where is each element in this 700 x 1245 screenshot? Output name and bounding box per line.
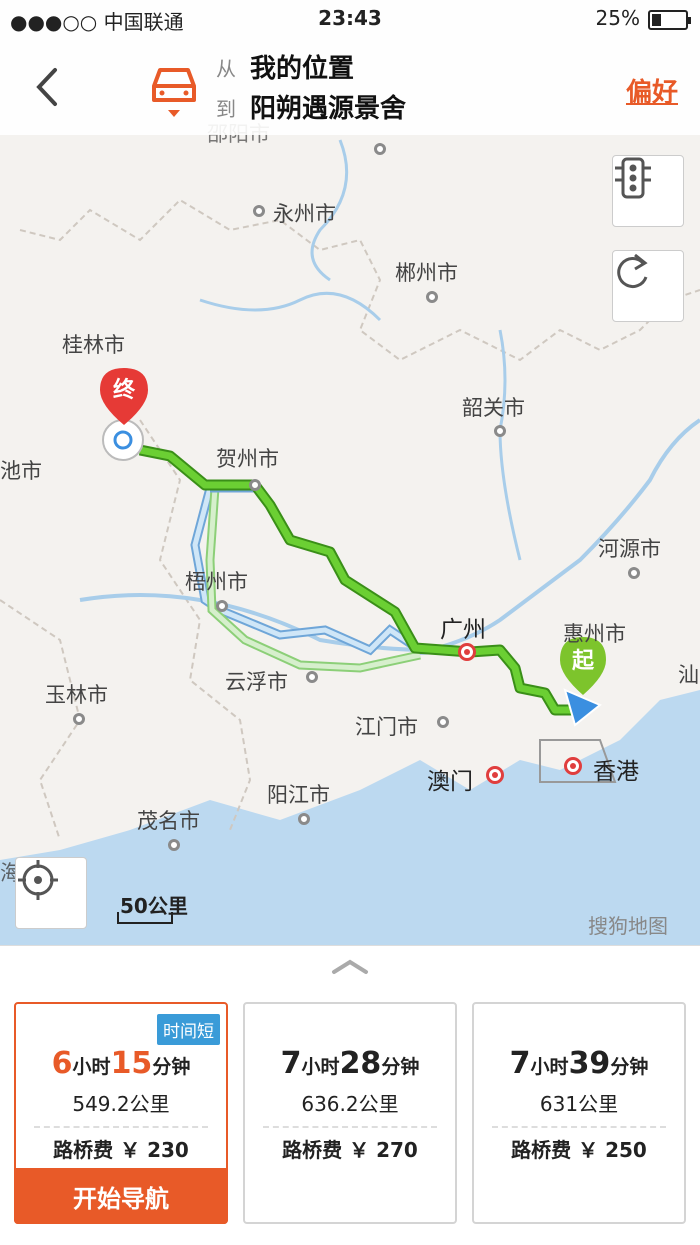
- duration-hours: 7: [509, 1046, 531, 1081]
- map-graphics: [0, 139, 700, 945]
- map-brand: 搜狗地图: [588, 914, 668, 938]
- city-label[interactable]: 河源市: [598, 533, 661, 563]
- distance: 631公里: [539, 1092, 619, 1116]
- from-prefix: 从: [216, 57, 236, 81]
- fastest-badge: 时间短: [157, 1014, 220, 1045]
- city-dot: [437, 716, 449, 728]
- locate-me-button[interactable]: [15, 857, 87, 929]
- duration-hours: 7: [280, 1046, 302, 1081]
- minute-unit: 分钟: [152, 1056, 191, 1078]
- start-marker[interactable]: 起: [569, 643, 597, 675]
- divider: [34, 1126, 208, 1128]
- preferences-link[interactable]: 偏好: [626, 72, 678, 109]
- divider: [492, 1126, 666, 1128]
- battery-icon: [648, 10, 691, 30]
- city-dot: [73, 713, 85, 725]
- toll-label: 路桥费: [282, 1138, 343, 1162]
- duration-minutes: 28: [339, 1046, 382, 1081]
- status-bar: ●●●○○ 中国联通 23:43 25%: [0, 0, 700, 40]
- city-dot: [486, 766, 504, 784]
- refresh-icon: [617, 253, 648, 288]
- toll-label: 路桥费: [511, 1138, 572, 1162]
- refresh-button[interactable]: [612, 250, 684, 322]
- end-marker[interactable]: 终: [110, 372, 138, 404]
- hour-unit: 小时: [301, 1056, 340, 1078]
- city-dot: [216, 600, 228, 612]
- toll: 路桥费 ￥ 270: [245, 1134, 455, 1163]
- city-label[interactable]: 池市: [0, 455, 42, 485]
- city-dot: [628, 567, 640, 579]
- car-icon: [152, 68, 196, 117]
- city-label[interactable]: 韶关市: [462, 392, 525, 422]
- route-option-1[interactable]: 时间短 6小时15分钟 549.2公里 路桥费 ￥ 230 开始导航: [14, 1002, 228, 1224]
- city-label[interactable]: 贺州市: [216, 443, 279, 473]
- duration: 6小时15分钟: [16, 1046, 226, 1081]
- city-label[interactable]: 汕: [678, 659, 699, 689]
- toll-amount: ￥ 250: [578, 1138, 647, 1162]
- chevron-up-icon[interactable]: [330, 954, 370, 976]
- city-label[interactable]: 阳江市: [267, 779, 330, 809]
- toll-label: 路桥费: [53, 1138, 114, 1162]
- minute-unit: 分钟: [610, 1056, 649, 1078]
- minute-unit: 分钟: [381, 1056, 420, 1078]
- duration: 7小时39分钟: [474, 1046, 684, 1081]
- city-dot: [298, 813, 310, 825]
- city-label[interactable]: 江门市: [355, 711, 418, 741]
- scale-bar: [117, 912, 173, 924]
- traffic-light-icon: [615, 157, 651, 199]
- city-label[interactable]: 云浮市: [225, 666, 288, 696]
- origin-field[interactable]: 我的位置: [250, 48, 354, 85]
- divider: [263, 1126, 437, 1128]
- city-dot: [306, 671, 318, 683]
- city-dot: [494, 425, 506, 437]
- city-label[interactable]: 茂名市: [137, 805, 200, 835]
- city-dot: [458, 643, 476, 661]
- city-label[interactable]: 玉林市: [45, 679, 108, 709]
- start-navigation-button[interactable]: 开始导航: [14, 1168, 228, 1224]
- city-label[interactable]: 广州: [440, 610, 486, 644]
- route-option-2[interactable]: 7小时28分钟 636.2公里 路桥费 ￥ 270: [243, 1002, 457, 1224]
- back-button[interactable]: [25, 62, 69, 112]
- city-label[interactable]: 永州市: [273, 198, 336, 228]
- city-dot: [253, 205, 265, 217]
- toll: 路桥费 ￥ 250: [474, 1134, 684, 1163]
- chevron-left-icon: [36, 68, 57, 106]
- duration-minutes: 39: [568, 1046, 611, 1081]
- city-label[interactable]: 郴州市: [395, 257, 458, 287]
- city-dot: [249, 479, 261, 491]
- distance: 549.2公里: [72, 1092, 170, 1116]
- transport-mode-selector[interactable]: [148, 60, 200, 120]
- hour-unit: 小时: [530, 1056, 569, 1078]
- map-canvas[interactable]: 永州市 邵阳市 郴州市 桂林市 韶关市 贺州市 河源市 梧州市 广州 惠州市 玉…: [0, 0, 700, 945]
- city-dot: [564, 757, 582, 775]
- distance: 636.2公里: [301, 1092, 399, 1116]
- city-dot: [426, 291, 438, 303]
- toll-amount: ￥ 230: [120, 1138, 189, 1162]
- nav-header: ●●●○○ 中国联通 23:43 25% 从 我的位置 到 阳朔遇源景舍 偏好: [0, 0, 700, 135]
- city-label[interactable]: 桂林市: [62, 329, 125, 359]
- destination-field[interactable]: 阳朔遇源景舍: [250, 88, 406, 125]
- hour-unit: 小时: [72, 1056, 111, 1078]
- toll: 路桥费 ￥ 230: [16, 1134, 226, 1163]
- city-label[interactable]: 香港: [593, 752, 639, 786]
- city-label[interactable]: 澳门: [427, 762, 473, 796]
- to-prefix: 到: [216, 97, 236, 121]
- battery-percent: 25%: [595, 6, 640, 30]
- crosshair-icon: [18, 860, 58, 900]
- route-panel: 时间短 6小时15分钟 549.2公里 路桥费 ￥ 230 开始导航 7小时28…: [0, 945, 700, 1245]
- duration-minutes: 15: [110, 1046, 153, 1081]
- screen: 永州市 邵阳市 郴州市 桂林市 韶关市 贺州市 河源市 梧州市 广州 惠州市 玉…: [0, 0, 700, 1245]
- duration-hours: 6: [51, 1046, 73, 1081]
- city-dot: [374, 143, 386, 155]
- duration: 7小时28分钟: [245, 1046, 455, 1081]
- route-option-3[interactable]: 7小时39分钟 631公里 路桥费 ￥ 250: [472, 1002, 686, 1224]
- toll-amount: ￥ 270: [349, 1138, 418, 1162]
- city-label[interactable]: 梧州市: [185, 566, 248, 596]
- city-dot: [168, 839, 180, 851]
- traffic-toggle-button[interactable]: [612, 155, 684, 227]
